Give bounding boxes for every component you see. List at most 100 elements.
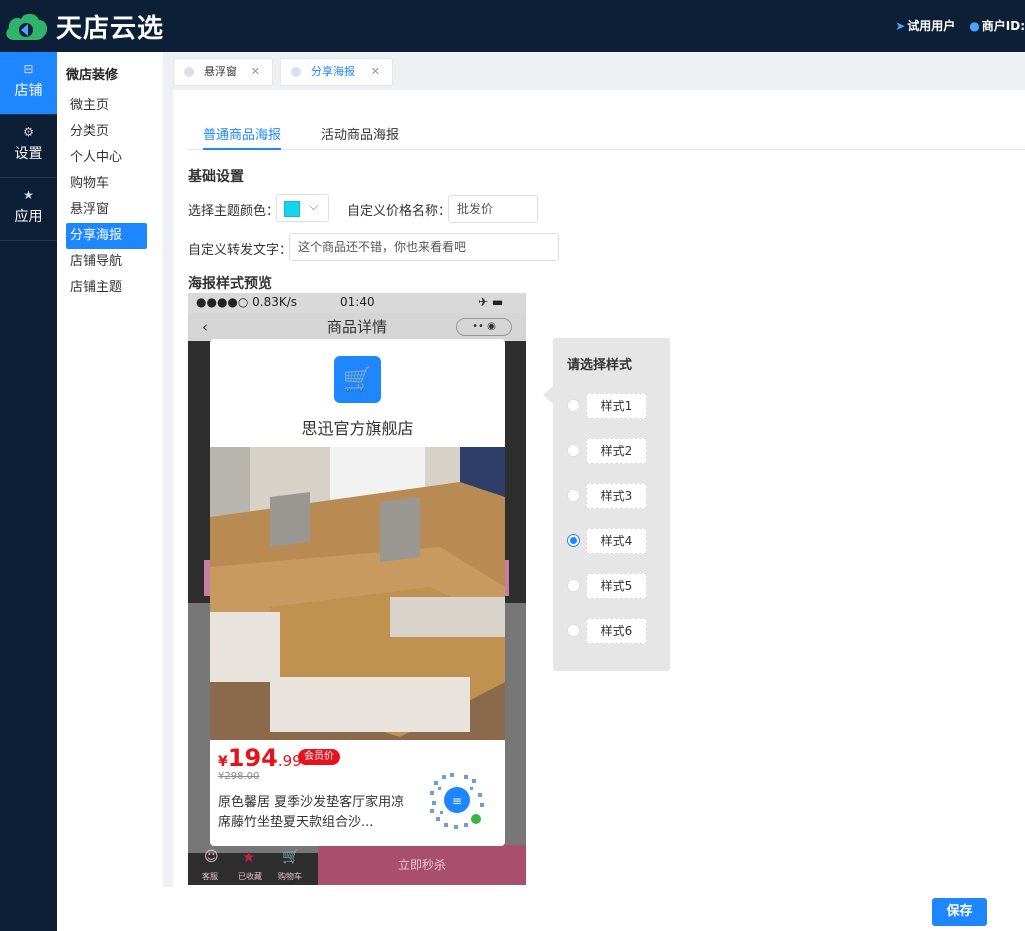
style-radio[interactable] [567, 624, 580, 637]
trial-user-label: 试用用户 [907, 19, 956, 33]
subnav-item-float[interactable]: 悬浮窗 [66, 197, 147, 223]
phone-bottom-icons: ☺ 客服 ★ 已收藏 🛒 购物车 [188, 845, 318, 885]
tab-status-dot [291, 67, 301, 77]
logo[interactable]: 天店云选 [4, 8, 164, 45]
style-select-panel: 请选择样式 样式1 样式2 样式3 样式4 样式5 样式6 [543, 338, 670, 671]
divider-column [163, 52, 173, 887]
product-price: ¥194.99 [218, 744, 302, 772]
price-name-label: 自定义价格名称： [347, 204, 452, 219]
style-option-1[interactable]: 样式1 [567, 393, 663, 419]
phone-page-title: 商品详情 [326, 318, 387, 336]
sofa-illustration [210, 447, 505, 740]
favorite-label: 已收藏 [238, 872, 262, 881]
tab-float-window[interactable]: 悬浮窗 ✕ [173, 58, 273, 86]
style-radio[interactable] [567, 579, 580, 592]
gear-icon: ⚙ [23, 125, 34, 139]
subnav-title: 微店装修 [66, 68, 119, 83]
theme-color-picker[interactable]: ⌵ [276, 194, 329, 222]
price-name-input[interactable]: 批发价 [448, 195, 538, 223]
nav-apps[interactable]: ★ 应用 [0, 178, 57, 241]
header-user-area: ➤ 试用用户 ● 商户ID: [895, 17, 1025, 34]
back-icon: ‹ [202, 318, 208, 336]
subnav-item-profile[interactable]: 个人中心 [66, 145, 147, 171]
preview-title: 海报样式预览 [188, 276, 272, 292]
service-icon: ☺ [204, 849, 219, 865]
chevron-down-icon: ⌵ [309, 199, 319, 213]
product-image [210, 447, 505, 740]
tab-share-poster[interactable]: 分享海报 ✕ [280, 58, 393, 86]
shop-name: 思迅官方旗舰店 [301, 419, 414, 438]
merchant-id[interactable]: ● 商户ID: [969, 17, 1025, 34]
poster-tabs: 普通商品海报 活动商品海报 [188, 124, 1025, 150]
subnav-item-cart[interactable]: 购物车 [66, 171, 147, 197]
subnav-item-home[interactable]: 微主页 [66, 93, 147, 119]
style-radio[interactable] [567, 489, 580, 502]
style-option-2[interactable]: 样式2 [567, 438, 663, 464]
style-label: 样式3 [586, 483, 647, 509]
style-label: 样式5 [586, 573, 647, 599]
subnav-item-share-poster[interactable]: 分享海报 [66, 223, 147, 249]
star-icon: ★ [23, 188, 34, 202]
left-nav: ⊟ 店铺 ⚙ 设置 ★ 应用 [0, 52, 57, 931]
save-button[interactable]: 保存 [932, 898, 987, 926]
status-time: 01:40 [340, 295, 375, 309]
style-radio[interactable] [567, 399, 580, 412]
style-option-6[interactable]: 样式6 [567, 618, 663, 644]
tab-status-dot [184, 67, 194, 77]
cart-label: 购物车 [278, 872, 302, 881]
cart-icon: 🛒 [282, 849, 300, 865]
style-radio[interactable] [567, 444, 580, 457]
status-signal: ●●●●○ 0.83K/s [196, 295, 298, 309]
cloud-logo-icon [6, 13, 48, 40]
style-option-3[interactable]: 样式3 [567, 483, 663, 509]
more-icon: •• ◉ [456, 318, 512, 336]
tab-activity-poster[interactable]: 活动商品海报 [321, 124, 399, 150]
svg-text:≡: ≡ [452, 794, 462, 808]
shop-icon: ⊟ [23, 62, 34, 76]
style-radio-selected[interactable] [567, 534, 580, 547]
top-bar: 天店云选 ➤ 试用用户 ● 商户ID: [0, 0, 1025, 52]
buy-now-button: 立即秒杀 [318, 845, 526, 885]
product-name: 原色馨居 夏季沙发垫客厅家用凉席藤竹坐垫夏天款组合沙... [218, 795, 405, 830]
nav-settings[interactable]: ⚙ 设置 [0, 115, 57, 178]
basic-settings-title: 基础设置 [188, 169, 244, 185]
price-integer: 194 [227, 744, 278, 772]
style-label: 样式6 [586, 618, 647, 644]
color-swatch [284, 201, 300, 217]
style-option-5[interactable]: 样式5 [567, 573, 663, 599]
trial-user-link[interactable]: ➤ 试用用户 [895, 17, 955, 34]
qr-code-icon: ≡ [425, 768, 489, 832]
original-price: ¥298.00 [218, 771, 260, 782]
subnav-item-shop-nav[interactable]: 店铺导航 [66, 249, 147, 275]
nav-shop-label: 店铺 [14, 83, 43, 99]
share-text-label: 自定义转发文字： [188, 243, 293, 258]
battery-icon: ✈ ▬ [478, 295, 504, 309]
poster-card: 🛒 思迅官方旗舰店 ¥194.99 会员价 ¥298.00 原色馨居 夏季沙发垫… [210, 339, 505, 846]
style-label: 样式4 [586, 528, 647, 554]
shop-cart-icon: 🛒 [334, 356, 381, 403]
nav-shop[interactable]: ⊟ 店铺 [0, 52, 57, 115]
app-title: 天店云选 [56, 14, 165, 44]
subnav-item-category[interactable]: 分类页 [66, 119, 147, 145]
tab-normal-poster[interactable]: 普通商品海报 [203, 124, 282, 150]
style-label: 样式1 [586, 393, 647, 419]
style-option-4[interactable]: 样式4 [567, 528, 663, 554]
tab-label: 悬浮窗 [204, 65, 237, 78]
close-icon[interactable]: ✕ [251, 59, 260, 85]
user-icon: ● [969, 19, 980, 33]
service-label: 客服 [202, 872, 218, 881]
page-tabs-bar: 悬浮窗 ✕ 分享海报 ✕ [163, 52, 1025, 90]
favorite-star-icon: ★ [242, 848, 256, 866]
phone-title-bar: ‹ 商品详情 •• ◉ [188, 313, 526, 341]
subnav-item-theme[interactable]: 店铺主题 [66, 275, 147, 301]
nav-settings-label: 设置 [14, 146, 43, 162]
phone-status-bar: ●●●●○ 0.83K/s 01:40 ✈ ▬ [188, 293, 526, 313]
theme-color-label: 选择主题颜色： [188, 204, 280, 219]
currency-symbol: ¥ [218, 754, 228, 770]
close-icon[interactable]: ✕ [371, 59, 380, 85]
style-label: 样式2 [586, 438, 647, 464]
style-panel-title: 请选择样式 [567, 358, 633, 373]
sub-nav: 微店装修 微主页 分类页 个人中心 购物车 悬浮窗 分享海报 店铺导航 店铺主题 [57, 52, 163, 931]
share-text-input[interactable]: 这个商品还不错，你也来看看吧 [289, 233, 559, 261]
tab-label: 分享海报 [311, 65, 355, 78]
